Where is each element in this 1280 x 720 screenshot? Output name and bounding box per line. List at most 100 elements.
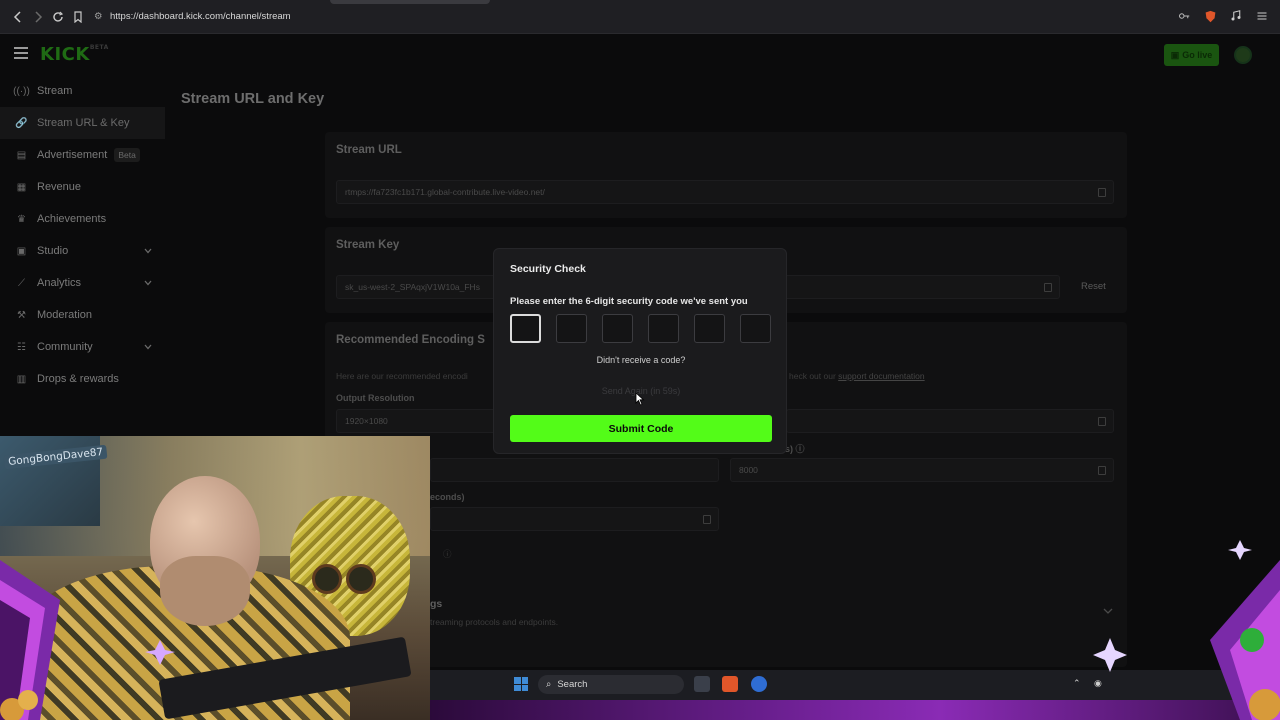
file-explorer-icon[interactable]: [694, 676, 710, 692]
logo-text: KICK: [40, 44, 90, 65]
drops-icon: ▥: [16, 373, 27, 385]
output-resolution-field[interactable]: 1920×1080: [336, 409, 496, 433]
tray-chevron-icon[interactable]: ⌃: [1073, 678, 1081, 689]
encoding-desc-text: heck out our: [789, 371, 836, 381]
forward-icon[interactable]: [28, 7, 48, 27]
bitrate-field[interactable]: 8000: [730, 458, 1114, 482]
community-icon: ☷: [17, 341, 26, 353]
code-digit-6[interactable]: [740, 314, 771, 343]
chevron-down-icon: [144, 248, 152, 254]
didnt-receive-text: Didn't receive a code?: [596, 355, 686, 365]
framerate-field[interactable]: [786, 409, 1114, 433]
stream-frame-decoration-right: [1093, 540, 1280, 720]
address-bar[interactable]: ⚙ https://dashboard.kick.com/channel/str…: [94, 6, 291, 28]
sidebar-item-studio[interactable]: ▣ Studio: [0, 235, 170, 267]
bitrate-label: s) ⓘ: [785, 442, 805, 455]
copy-icon[interactable]: [1098, 188, 1106, 197]
page-title: Stream URL and Key: [181, 91, 325, 107]
sidebar: ((·)) Stream 🔗 Stream URL & Key ▤ Advert…: [0, 75, 170, 395]
stream-key-title: Stream Key: [336, 239, 400, 251]
code-digit-4[interactable]: [648, 314, 679, 343]
keyframe-field[interactable]: [430, 507, 719, 531]
code-digit-3[interactable]: [602, 314, 633, 343]
windows-start-icon[interactable]: [514, 677, 528, 691]
kick-logo[interactable]: KICKBETA: [40, 44, 109, 65]
taskbar-search[interactable]: ⌕ Search: [538, 675, 684, 694]
search-icon: ⌕: [546, 679, 552, 690]
back-icon[interactable]: [8, 7, 28, 27]
stream-url-field[interactable]: rtmps://fa723fc1b171.global-contribute.l…: [336, 180, 1114, 204]
app-icon[interactable]: [751, 676, 767, 692]
ad-icon: ▤: [16, 149, 27, 161]
brave-browser-icon[interactable]: [722, 676, 738, 692]
sidebar-item-label: Analytics: [37, 277, 82, 289]
stream-frame-decoration-left: [0, 560, 175, 720]
beta-badge: Beta: [114, 148, 140, 162]
go-live-button[interactable]: ▣ Go live: [1164, 44, 1219, 66]
screen: ⚙ https://dashboard.kick.com/channel/str…: [0, 0, 1280, 720]
media-icon[interactable]: [1228, 8, 1244, 24]
copy-icon[interactable]: [1098, 417, 1106, 426]
mouse-cursor-icon: [635, 392, 645, 406]
sidebar-item-label: Drops & rewards: [37, 373, 119, 385]
sidebar-item-label: Studio: [37, 245, 69, 257]
tab-strip-hint: [330, 0, 490, 4]
modal-title: Security Check: [510, 263, 586, 275]
sidebar-item-achievements[interactable]: ♛ Achievements: [0, 203, 170, 235]
hamburger-icon[interactable]: [14, 47, 28, 59]
security-check-modal: Security Check Please enter the 6-digit …: [493, 248, 787, 454]
sidebar-item-label: Achievements: [37, 213, 107, 225]
info-icon[interactable]: ⓘ: [443, 548, 452, 560]
bookmark-icon[interactable]: [68, 7, 88, 27]
trophy-icon: ♛: [17, 213, 26, 225]
menu-icon[interactable]: [1254, 8, 1270, 24]
taskbar-search-label: Search: [557, 679, 588, 690]
stream-url-card: [325, 132, 1127, 218]
sidebar-item-revenue[interactable]: ▦ Revenue: [0, 171, 170, 203]
copy-icon[interactable]: [1098, 466, 1106, 475]
modal-description: Please enter the 6-digit security code w…: [510, 296, 748, 307]
key-icon[interactable]: [1176, 8, 1192, 24]
sidebar-item-label: Stream: [37, 85, 73, 97]
moderation-icon: ⚒: [17, 309, 26, 321]
stream-url-value: rtmps://fa723fc1b171.global-contribute.l…: [345, 187, 545, 197]
go-live-label: Go live: [1182, 50, 1213, 60]
sidebar-item-moderation[interactable]: ⚒ Moderation: [0, 299, 170, 331]
advanced-title: gs: [430, 598, 443, 610]
info-icon[interactable]: ⓘ: [796, 444, 805, 454]
code-digit-5[interactable]: [694, 314, 725, 343]
sidebar-item-stream-url-key[interactable]: 🔗 Stream URL & Key: [0, 107, 165, 139]
copy-icon[interactable]: [703, 515, 711, 524]
stream-key-value: sk_us-west-2_SPAqxjV1W10a_FHs: [345, 282, 480, 292]
furby-eye: [346, 564, 376, 594]
sidebar-item-label: Community: [37, 341, 93, 353]
sidebar-item-stream[interactable]: ((·)) Stream: [0, 75, 170, 107]
browser-actions: [1176, 8, 1270, 24]
sidebar-item-label: Advertisement: [37, 149, 108, 161]
chevron-down-icon: [144, 344, 152, 350]
keyframe-label: econds): [430, 492, 465, 502]
avatar[interactable]: [1234, 46, 1252, 64]
site-settings-icon[interactable]: ⚙: [94, 11, 110, 22]
code-digit-2[interactable]: [556, 314, 587, 343]
sidebar-item-label: Moderation: [37, 309, 93, 321]
sidebar-item-label: Stream URL & Key: [37, 117, 130, 129]
encoder-field[interactable]: [430, 458, 719, 482]
revenue-icon: ▦: [16, 181, 27, 193]
copy-icon[interactable]: [1044, 283, 1052, 292]
code-digit-1[interactable]: [510, 314, 541, 343]
submit-code-button[interactable]: Submit Code: [510, 415, 772, 442]
sidebar-item-community[interactable]: ☷ Community: [0, 331, 170, 363]
reset-button[interactable]: Reset: [1081, 281, 1106, 292]
sidebar-item-drops-rewards[interactable]: ▥ Drops & rewards: [0, 363, 170, 395]
studio-icon: ▣: [16, 245, 27, 257]
furby-eye: [312, 564, 342, 594]
sidebar-item-analytics[interactable]: ⟋ Analytics: [0, 267, 170, 299]
shield-icon[interactable]: [1202, 8, 1218, 24]
reload-icon[interactable]: [48, 7, 68, 27]
support-documentation-link[interactable]: support documentation: [838, 371, 924, 381]
browser-toolbar: ⚙ https://dashboard.kick.com/channel/str…: [0, 0, 1280, 34]
chevron-down-icon: [144, 280, 152, 286]
sidebar-item-advertisement[interactable]: ▤ Advertisement Beta: [0, 139, 170, 171]
sidebar-item-label: Revenue: [37, 181, 82, 193]
